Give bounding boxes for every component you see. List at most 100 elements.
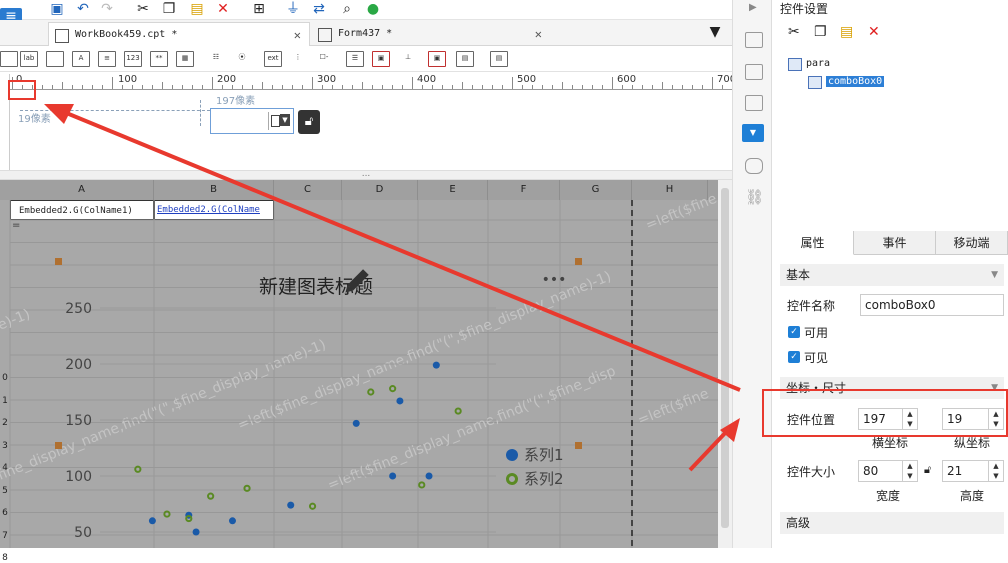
ruler-tick	[202, 85, 203, 89]
cut-icon[interactable]: ✂	[134, 1, 152, 17]
tab-events[interactable]: 事件	[854, 231, 936, 255]
tree-node-combobox[interactable]: comboBox0	[808, 74, 885, 90]
widget-icon[interactable]	[0, 51, 18, 67]
main-toolbar: ▣ ↶ ↷ ✂ ❐ ▤ ✕ ⊞ ⏚ ⇄ ⌕ ● ≡	[0, 0, 732, 30]
preview-icon[interactable]: ⊞	[250, 1, 268, 17]
form-icon	[318, 28, 332, 42]
combo-icon	[808, 76, 822, 89]
search-doc-icon[interactable]: ⌕	[338, 1, 356, 17]
text-widget-icon[interactable]: A	[72, 51, 90, 67]
button-widget-icon[interactable]	[46, 51, 64, 67]
date-widget-icon[interactable]: ▦	[176, 51, 194, 67]
ruler-tick	[522, 85, 523, 89]
delete-icon[interactable]: ✕	[868, 24, 880, 40]
collapse-arrow-icon[interactable]: ▶	[749, 2, 757, 13]
radio-group-icon[interactable]: ⦿	[234, 51, 250, 65]
series1-point	[432, 361, 440, 369]
calendar-widget-icon[interactable]: ▣	[372, 51, 390, 67]
enabled-checkbox[interactable]: ✓	[788, 326, 800, 338]
ruler-tick	[82, 85, 83, 89]
delete-icon[interactable]: ✕	[214, 1, 232, 17]
width-input[interactable]: 80 ▲ ▼	[858, 460, 918, 482]
paste-icon[interactable]: ▤	[188, 1, 206, 17]
paste-icon[interactable]: ▤	[840, 24, 853, 40]
ruler-tick	[162, 82, 163, 89]
visible-checkbox[interactable]: ✓	[788, 351, 800, 363]
close-icon[interactable]: ✕	[535, 22, 542, 46]
ruler-tick	[342, 85, 343, 89]
combo-widget-icon[interactable]: ☐-	[316, 51, 332, 65]
checkbox-group-icon[interactable]: ☷	[208, 51, 224, 65]
swap-icon[interactable]: ⇄	[310, 1, 328, 17]
link-icon[interactable]: ⛓	[745, 188, 764, 206]
ruler-label: 400	[417, 74, 437, 85]
row-header[interactable]: 2	[0, 418, 10, 428]
frame-icon[interactable]	[745, 95, 763, 111]
vertical-scrollbar[interactable]	[718, 180, 732, 548]
series2-point	[163, 510, 171, 518]
row-header[interactable]: 0	[0, 373, 10, 383]
ruler-tick	[372, 85, 373, 89]
section-advanced[interactable]: 高级	[780, 512, 1004, 534]
copy-icon[interactable]: ❐	[160, 1, 178, 17]
close-icon[interactable]: ✕	[294, 23, 301, 47]
row-header[interactable]: 8	[0, 553, 10, 563]
series2-point	[207, 492, 215, 500]
widget-settings-icon[interactable]: ▼	[742, 124, 764, 142]
settings-title: 控件设置	[780, 2, 829, 16]
plug-icon[interactable]: ⏚	[284, 1, 302, 17]
tab-mobile[interactable]: 移动端	[936, 231, 1008, 255]
hierarchy-widget-icon[interactable]: ⊥	[400, 51, 416, 65]
lock-icon[interactable]: 🔓︎	[298, 110, 320, 134]
list-widget-icon[interactable]: ☰	[346, 51, 364, 67]
ruler-tick	[382, 85, 383, 89]
layout-icon[interactable]	[745, 32, 763, 48]
cut-icon[interactable]: ✂	[788, 24, 800, 40]
tab-workbook[interactable]: WorkBook459.cpt * ✕	[48, 22, 310, 46]
doc-widget-icon[interactable]: ▤	[490, 51, 508, 67]
component-icon[interactable]	[745, 64, 763, 80]
textarea-widget-icon[interactable]: ≡	[98, 51, 116, 67]
number-widget-icon[interactable]: 123	[124, 51, 142, 67]
aspect-lock-icon[interactable]: 🔓︎	[924, 463, 931, 477]
calendar-alt-icon[interactable]: ▣	[428, 51, 446, 67]
copy-icon[interactable]: ❐	[814, 24, 827, 40]
ext-widget-icon[interactable]: ext	[264, 51, 282, 67]
tree-widget-icon[interactable]: ⋮	[290, 51, 306, 65]
ruler-tick	[182, 85, 183, 89]
undo-icon[interactable]: ↶	[74, 1, 92, 17]
row-header[interactable]: 7	[0, 531, 10, 541]
tab-menu-icon[interactable]: ▼	[706, 24, 724, 40]
row-header[interactable]: 6	[0, 508, 10, 518]
save-icon[interactable]: ▣	[48, 1, 66, 17]
section-basic[interactable]: 基本 ▼	[780, 264, 1004, 286]
row-header[interactable]: 5	[0, 486, 10, 496]
stepper-icon[interactable]: ▲ ▼	[988, 461, 1003, 481]
form-canvas[interactable]: 197像素 19像素	[10, 90, 732, 170]
row-header[interactable]: 3	[0, 441, 10, 451]
label-widget-icon[interactable]: lab	[20, 51, 38, 67]
combo-dropdown-icon[interactable]: ▼	[268, 112, 293, 130]
ruler-tick	[352, 85, 353, 89]
pane-splitter[interactable]: ...	[0, 170, 732, 180]
scatter-chart[interactable]: =left($fine_d =left($fine_display_name,fi…	[0, 180, 718, 548]
row-header[interactable]: 1	[0, 396, 10, 406]
ruler-tick	[562, 82, 563, 89]
list-icon[interactable]	[745, 158, 763, 174]
tab-form[interactable]: Form437 * ✕	[312, 22, 550, 46]
series1-point	[287, 501, 295, 509]
name-input[interactable]: comboBox0	[860, 294, 1004, 316]
table-widget-icon[interactable]: ▤	[456, 51, 474, 67]
tab-properties[interactable]: 属性	[772, 231, 854, 255]
ruler-tick	[112, 77, 113, 89]
tree-node-para[interactable]: para	[788, 56, 830, 72]
y-tick-label: 250	[65, 301, 92, 317]
redo-icon[interactable]: ↷	[98, 1, 116, 17]
stepper-icon[interactable]: ▲ ▼	[902, 461, 917, 481]
resize-handle	[55, 442, 62, 449]
check-icon[interactable]: ●	[364, 1, 382, 17]
height-input[interactable]: 21 ▲ ▼	[942, 460, 1004, 482]
combo-box-widget[interactable]: ▼	[210, 108, 294, 134]
password-widget-icon[interactable]: **	[150, 51, 168, 67]
row-header[interactable]: 4	[0, 463, 10, 473]
